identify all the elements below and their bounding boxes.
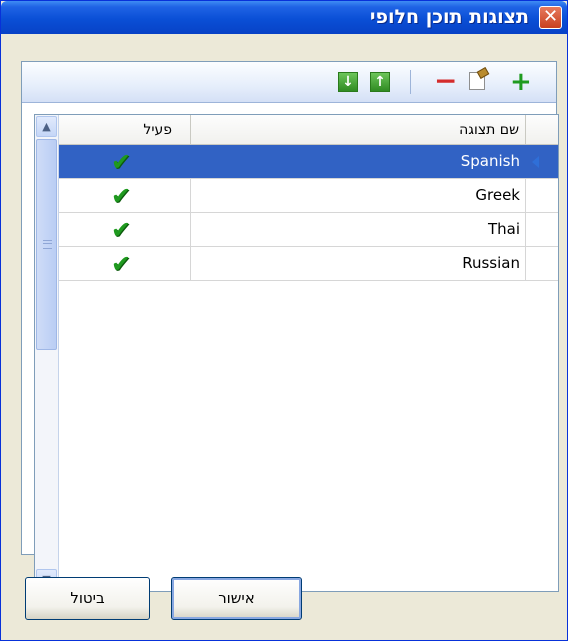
vertical-scrollbar[interactable]: ▲ ▼ <box>35 115 59 591</box>
checkmark-icon: ✔ <box>111 182 132 210</box>
views-panel: ↓ ↑ − + ▲ ▼ פעיל שם תצוגה ✔ Spanis <box>21 61 559 592</box>
toolbar: ↓ ↑ − + <box>22 62 556 103</box>
checkmark-icon: ✔ <box>111 216 132 244</box>
row-indicator <box>526 179 558 212</box>
active-cell: ✔ <box>59 213 191 246</box>
move-up-icon[interactable]: ↑ <box>370 72 390 92</box>
toolbar-separator <box>410 70 411 94</box>
row-indicator <box>526 145 558 178</box>
column-header-indicator <box>526 115 558 145</box>
add-view-icon[interactable]: + <box>510 69 532 95</box>
row-indicator <box>526 247 558 280</box>
column-header-view-name[interactable]: שם תצוגה <box>191 115 526 145</box>
active-cell: ✔ <box>59 247 191 280</box>
move-down-icon[interactable]: ↓ <box>338 72 358 92</box>
checkmark-icon: ✔ <box>111 148 132 176</box>
scrollbar-thumb[interactable] <box>36 139 57 350</box>
table-row[interactable]: ✔ Thai <box>59 213 558 247</box>
column-header-active[interactable]: פעיל <box>59 115 191 145</box>
table-row[interactable]: ✔ Russian <box>59 247 558 281</box>
alternate-content-views-dialog: תצוגות תוכן חלופי ✕ ↓ ↑ − + ▲ ▼ פעיל שם … <box>0 0 568 641</box>
cancel-button[interactable]: ביטול <box>25 577 150 620</box>
views-grid: ▲ ▼ פעיל שם תצוגה ✔ Spanish ✔ <box>34 114 559 592</box>
active-cell: ✔ <box>59 145 191 178</box>
view-name-cell: Russian <box>191 247 526 280</box>
table-row[interactable]: ✔ Spanish <box>59 145 558 179</box>
title-bar[interactable]: תצוגות תוכן חלופי ✕ <box>1 1 567 34</box>
ok-button[interactable]: אישור <box>171 577 302 620</box>
table-row[interactable]: ✔ Greek <box>59 179 558 213</box>
view-name-cell: Spanish <box>191 145 526 178</box>
view-name-cell: Greek <box>191 179 526 212</box>
remove-view-icon[interactable]: − <box>434 67 457 95</box>
row-indicator <box>526 213 558 246</box>
active-cell: ✔ <box>59 179 191 212</box>
grip-icon <box>43 240 52 249</box>
checkmark-icon: ✔ <box>111 250 132 278</box>
edit-view-icon[interactable] <box>469 72 485 90</box>
dialog-title: תצוגות תוכן חלופי <box>369 6 529 28</box>
current-row-arrow-icon <box>532 156 539 168</box>
close-icon[interactable]: ✕ <box>539 6 562 29</box>
scroll-up-icon[interactable]: ▲ <box>36 116 57 137</box>
view-name-cell: Thai <box>191 213 526 246</box>
